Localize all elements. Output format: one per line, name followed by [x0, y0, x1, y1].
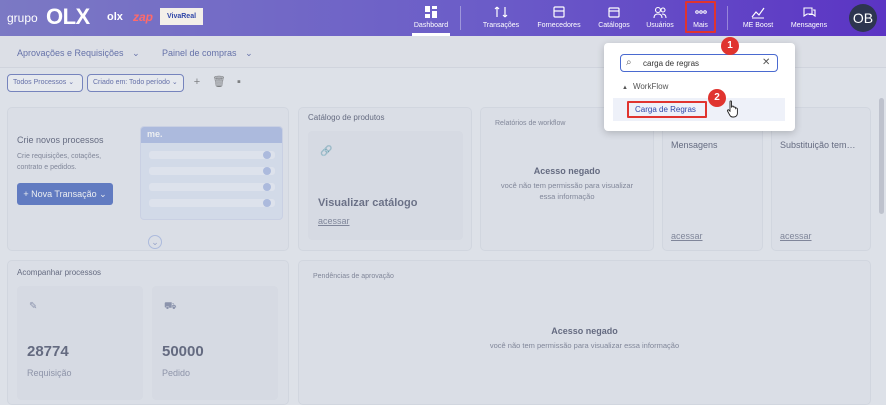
zap-logo: zap	[133, 10, 154, 24]
catalog-icon	[608, 7, 620, 18]
olx-small-logo: olx	[107, 11, 123, 23]
menu-search-box[interactable]: ⌕ ✕	[620, 54, 778, 72]
nav-me-boost[interactable]: ME Boost	[740, 0, 776, 36]
dashboard-icon	[425, 6, 437, 18]
carga-de-regras-label: Carga de Regras	[635, 105, 696, 114]
workflow-group-label: WorkFlow	[632, 82, 669, 91]
chart-icon	[751, 7, 765, 19]
olx-logo[interactable]: OLX	[46, 4, 90, 30]
mais-highlight-box	[685, 1, 716, 33]
menu-item-carga-de-regras[interactable]: Carga de Regras	[613, 98, 785, 121]
caret-up-icon: ▲	[622, 85, 628, 91]
nav-dashboard-label: Dashboard	[413, 22, 449, 29]
brand-grupo-text: grupo	[7, 11, 38, 25]
nav-catalogos[interactable]: Catálogos	[595, 0, 633, 36]
user-avatar[interactable]: OB	[849, 4, 877, 32]
nav-transacoes-label: Transações	[482, 22, 520, 29]
vivareal-logo: VivaReal	[160, 8, 203, 25]
clear-icon[interactable]: ✕	[762, 56, 772, 70]
hand-cursor-icon	[726, 100, 738, 118]
more-menu-dropdown: ⌕ ✕ ▲ WorkFlow Carga de Regras	[604, 43, 795, 131]
nav-dashboard[interactable]: Dashboard	[412, 0, 450, 36]
step-badge-1: 1	[721, 37, 739, 55]
nav-mensagens[interactable]: Mensagens	[788, 0, 830, 36]
nav-usuarios[interactable]: Usuários	[643, 0, 677, 36]
carga-de-regras-highlight: Carga de Regras	[627, 101, 707, 118]
suppliers-icon	[553, 6, 565, 18]
nav-me-boost-label: ME Boost	[742, 22, 774, 29]
workflow-group-header[interactable]: ▲ WorkFlow	[622, 82, 668, 91]
messages-icon	[803, 7, 816, 18]
nav-divider	[460, 6, 461, 30]
nav-divider	[727, 6, 728, 30]
nav-fornecedores[interactable]: Fornecedores	[536, 0, 582, 36]
users-icon	[653, 6, 667, 19]
nav-transacoes[interactable]: Transações	[480, 0, 522, 36]
transactions-icon	[494, 6, 508, 18]
search-icon: ⌕	[626, 57, 632, 68]
nav-usuarios-label: Usuários	[646, 22, 674, 29]
nav-mensagens-label: Mensagens	[790, 22, 828, 29]
menu-search-input[interactable]	[643, 57, 761, 69]
nav-catalogos-label: Catálogos	[598, 22, 630, 29]
nav-fornecedores-label: Fornecedores	[537, 22, 581, 29]
olx-small-text: olx	[107, 11, 123, 23]
step-badge-2: 2	[708, 89, 726, 107]
